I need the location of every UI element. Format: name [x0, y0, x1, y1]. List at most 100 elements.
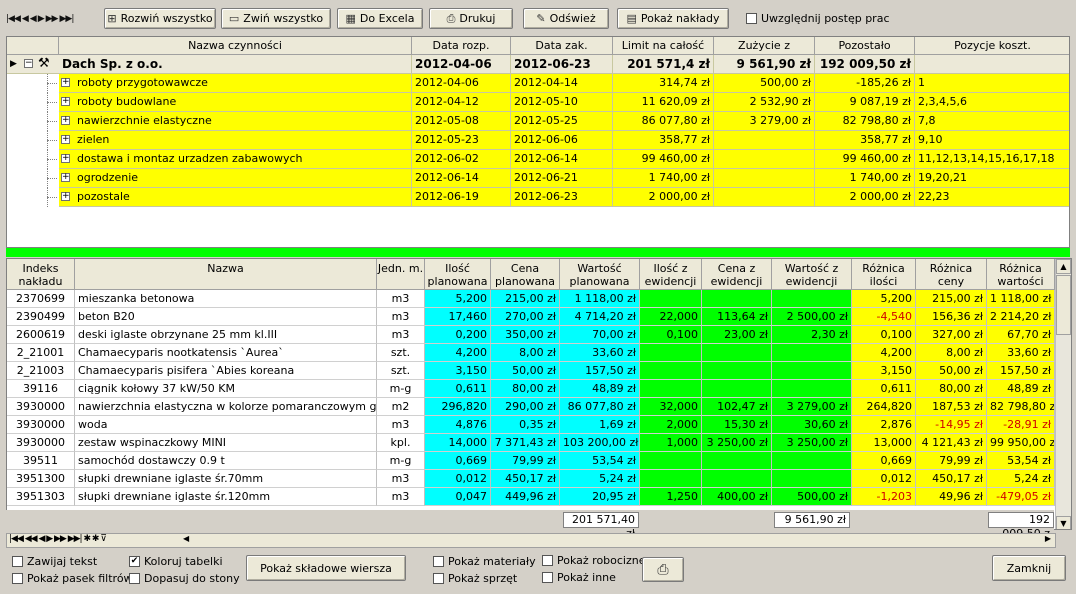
include-progress-checkbox[interactable]: Uwzględnij postęp prac [746, 12, 890, 25]
scroll-thumb[interactable] [1056, 275, 1071, 335]
resource-row[interactable]: 2370699 mieszanka betonowa m3 5,200 215,00 z… [7, 290, 1055, 308]
show-materials-checkbox[interactable]: Pokaż materiały [433, 555, 536, 568]
tree-cell-name: ogrodzenie [59, 169, 412, 188]
tree-row[interactable]: ogrodzenie 2012-06-14 2012-06-21 1 740,00 z… [7, 169, 1069, 188]
expand-toggle-icon[interactable]: + [61, 116, 70, 125]
col-header-qty-diff[interactable]: Różnica ilości [852, 259, 916, 290]
expand-toggle-icon[interactable]: + [61, 78, 70, 87]
resource-row[interactable]: 2600619 deski iglaste obrzynane 25 mm kl.… [7, 326, 1055, 344]
tree-row[interactable]: roboty budowlane 2012-04-12 2012-05-10 11 6… [7, 93, 1069, 112]
refresh-button[interactable]: ✎ Odśwież [523, 8, 609, 29]
show-filter-bar-checkbox[interactable]: Pokaż pasek filtrów [12, 572, 133, 585]
scroll-down-icon[interactable]: ▼ [1056, 516, 1071, 529]
resource-row[interactable]: 2_21001 Chamaecyparis nootkatensis `Aurea… [7, 344, 1055, 362]
show-row-components-button[interactable]: Pokaż składowe wiersza [246, 555, 406, 581]
cell-qty-plan: 5,200 [425, 290, 491, 308]
cell-unit: m3 [377, 308, 425, 326]
col-header-price-rec[interactable]: Cena z ewidencji [702, 259, 772, 290]
resources-grid[interactable]: Indeks nakładu Nazwa Jedn. m. Ilość planowana… [6, 258, 1072, 530]
scroll-up-icon[interactable]: ▲ [1056, 259, 1071, 274]
tree-row[interactable]: dostawa i montaz urzadzen zabawowych 2012… [7, 150, 1069, 169]
col-header-qty-rec[interactable]: Ilość z ewidencji [640, 259, 702, 290]
first-record-icon[interactable]: |◀◀ [6, 14, 21, 24]
tree-root-row[interactable]: ▶ − ⚒ Dach Sp. z o.o. 2012-04-06 2012-06… [7, 55, 1069, 74]
splitter-bar[interactable] [6, 248, 1070, 257]
collapse-all-button[interactable]: ▭ Zwiń wszystko [221, 8, 331, 29]
col-header-index[interactable]: Indeks nakładu [7, 259, 75, 290]
prev-record-icon[interactable]: ◀ [30, 14, 37, 24]
col-header-name[interactable]: Nazwa czynności [59, 37, 412, 55]
color-tables-checkbox[interactable]: ✔ Koloruj tabelki [129, 555, 223, 568]
record-navigator[interactable]: |◀◀ ◀ ◀ ▶ ▶▶ ▶▶| [6, 10, 100, 28]
cell-price-rec [702, 452, 772, 470]
print-small-button[interactable]: ⎙ [642, 557, 684, 582]
tree-row[interactable]: pozostale 2012-06-19 2012-06-23 2 000,00 zł… [7, 188, 1069, 207]
checkmark-icon[interactable]: ✔ [129, 556, 140, 567]
show-equipment-checkbox[interactable]: Pokaż sprzęt [433, 572, 517, 585]
col-header-value-plan[interactable]: Wartość planowana [560, 259, 640, 290]
tree-row[interactable]: roboty przygotowawcze 2012-04-06 2012-04-1… [7, 74, 1069, 93]
show-labor-checkbox[interactable]: Pokaż robociznę [542, 554, 646, 567]
last-record-icon[interactable]: ▶▶| [59, 14, 74, 24]
col-header-name[interactable]: Nazwa [75, 259, 377, 290]
resource-row[interactable]: 2390499 beton B20 m3 17,460 270,00 zł 4 714,2… [7, 308, 1055, 326]
expand-toggle-icon[interactable]: + [61, 173, 70, 182]
print-button[interactable]: ⎙ Drukuj [429, 8, 513, 29]
detail-navigator-bar[interactable]: |◀◀ ◀◀ ◀ ▶ ▶▶ ▶▶| ✱ ✱ ⊽ ◀ ▶ [6, 533, 1056, 548]
tree-cell-start: 2012-06-19 [412, 188, 511, 207]
company-icon: ⚒ [38, 56, 50, 71]
col-header-usage[interactable]: Zużycie z ewidencji [714, 37, 815, 70]
close-button[interactable]: Zamknij [992, 555, 1066, 581]
resource-row[interactable]: 39116 ciągnik kołowy 37 kW/50 KM m-g 0,611 8… [7, 380, 1055, 398]
cell-value-plan: 4 714,20 zł [560, 308, 640, 326]
col-header-price-plan[interactable]: Cena planowana [491, 259, 560, 290]
resource-row[interactable]: 3930000 nawierzchnia elastyczna w kolorze… [7, 398, 1055, 416]
export-excel-button[interactable]: ▦ Do Excela [337, 8, 423, 29]
col-header-price-diff[interactable]: Różnica ceny [916, 259, 987, 290]
expand-toggle-icon[interactable]: + [61, 192, 70, 201]
cell-qty-rec [640, 452, 702, 470]
resource-row[interactable]: 2_21003 Chamaecyparis pisifera `Abies kor… [7, 362, 1055, 380]
next-page-icon[interactable]: ▶▶ [46, 14, 59, 24]
collapse-toggle-icon[interactable]: − [24, 59, 33, 68]
col-header-value-diff[interactable]: Różnica wartości [987, 259, 1055, 290]
navigator-buttons[interactable]: |◀◀ ◀◀ ◀ ▶ ▶▶ ▶▶| ✱ ✱ ⊽ [9, 534, 107, 544]
vertical-scrollbar[interactable]: ▲ ▼ [1055, 259, 1071, 529]
cell-value-plan: 33,60 zł [560, 344, 640, 362]
col-header-end[interactable]: Data zak. [511, 37, 613, 55]
tree-row[interactable]: nawierzchnie elastyczne 2012-05-08 2012-05… [7, 112, 1069, 131]
next-record-icon[interactable]: ▶ [38, 14, 45, 24]
resource-row[interactable]: 3951300 słupki drewniane iglaste śr.70mm m… [7, 470, 1055, 488]
col-header-start[interactable]: Data rozp. [412, 37, 511, 55]
expand-all-button[interactable]: ⊞ Rozwiń wszystko [104, 8, 216, 29]
prev-page-icon[interactable]: ◀ [22, 14, 29, 24]
col-header-limit[interactable]: Limit na całość [613, 37, 714, 55]
fit-to-page-checkbox[interactable]: Dopasuj do stony [129, 572, 240, 585]
resource-row[interactable]: 3951303 słupki drewniane iglaste śr.120mm… [7, 488, 1055, 506]
wrap-text-checkbox[interactable]: Zawijaj tekst [12, 555, 97, 568]
show-costs-button[interactable]: ▤ Pokaż nakłady [617, 8, 729, 29]
cell-price-plan: 290,00 zł [491, 398, 560, 416]
col-header-unit[interactable]: Jedn. m. [377, 259, 425, 290]
col-header-qty-plan[interactable]: Ilość planowana [425, 259, 491, 290]
col-header-value-rec[interactable]: Wartość z ewidencji [772, 259, 852, 290]
tree-row[interactable]: zielen 2012-05-23 2012-06-06 358,77 zł 358,7… [7, 131, 1069, 150]
cell-qty-rec [640, 362, 702, 380]
activities-tree-grid[interactable]: Nazwa czynności Data rozp. Data zak. Lim… [6, 36, 1070, 248]
scroll-left-icon[interactable]: ◀ [183, 534, 189, 543]
resource-row[interactable]: 3930000 zestaw wspinaczkowy MINI kpl. 14,00… [7, 434, 1055, 452]
col-header-remaining[interactable]: Pozostało [815, 37, 915, 55]
total-usage-value: 9 561,90 zł [774, 512, 850, 528]
cell-qty-plan: 0,047 [425, 488, 491, 506]
expand-toggle-icon[interactable]: + [61, 97, 70, 106]
expand-toggle-icon[interactable]: + [61, 154, 70, 163]
resource-row[interactable]: 39511 samochód dostawczy 0.9 t m-g 0,669 79,… [7, 452, 1055, 470]
cell-value-rec [772, 470, 852, 488]
cell-index: 2390499 [7, 308, 75, 326]
resource-row[interactable]: 3930000 woda m3 4,876 0,35 zł 1,69 zł 2,000 15,… [7, 416, 1055, 434]
scroll-right-icon[interactable]: ▶ [1045, 534, 1051, 543]
checkbox-box[interactable] [746, 13, 757, 24]
show-other-checkbox[interactable]: Pokaż inne [542, 571, 616, 584]
expand-toggle-icon[interactable]: + [61, 135, 70, 144]
col-header-positions[interactable]: Pozycje koszt. [915, 37, 1069, 55]
